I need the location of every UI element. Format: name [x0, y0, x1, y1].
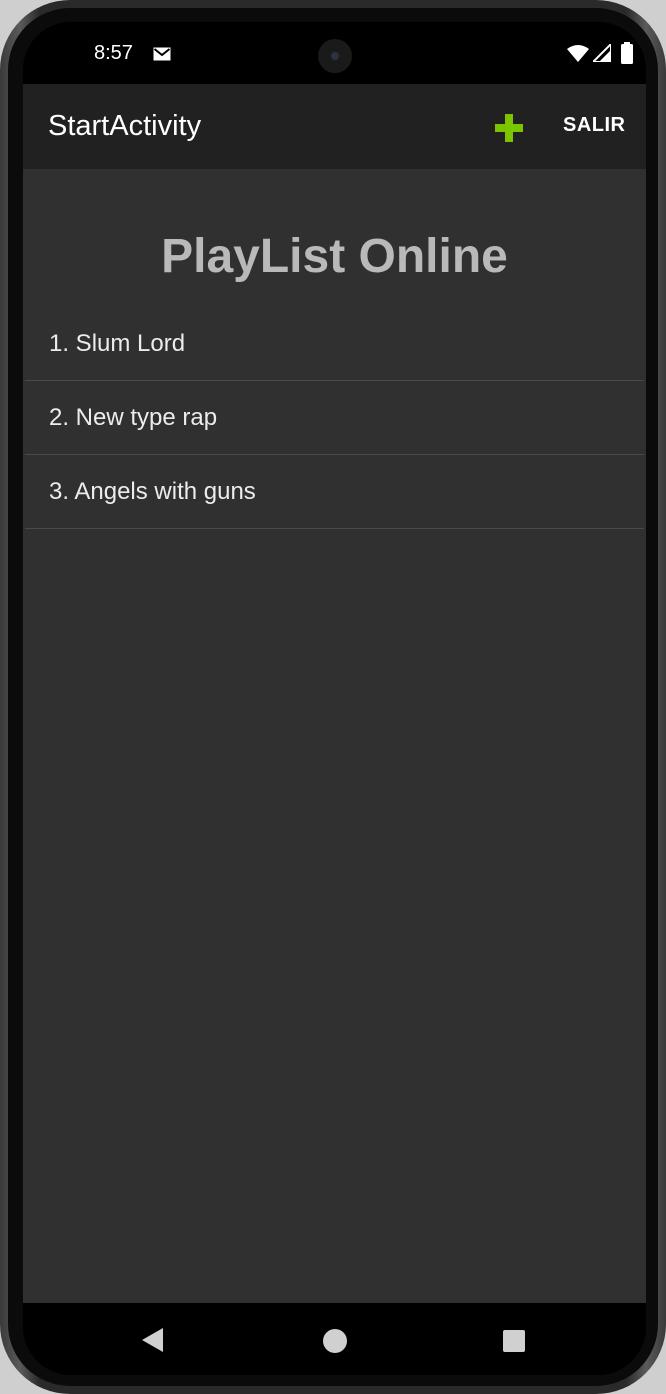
list-item[interactable]: 3. Angels with guns [25, 455, 644, 529]
wifi-icon [567, 45, 589, 62]
app-title: StartActivity [48, 110, 202, 142]
recents-icon[interactable] [503, 1330, 525, 1352]
add-button[interactable] [489, 110, 529, 146]
front-camera [318, 39, 352, 73]
list-item[interactable]: 1. Slum Lord [25, 307, 644, 381]
song-list: 1. Slum Lord 2. New type rap 3. Angels w… [25, 307, 644, 529]
home-icon[interactable] [323, 1329, 347, 1353]
mail-icon [153, 47, 171, 61]
back-icon[interactable] [141, 1327, 165, 1353]
status-bar: 8:57 [23, 22, 646, 84]
main-content: PlayList Online 1. Slum Lord 2. New type… [23, 169, 646, 1303]
status-time: 8:57 [94, 42, 133, 64]
app-bar: StartActivity SALIR [23, 84, 646, 169]
navigation-bar [23, 1303, 646, 1375]
signal-icon [593, 44, 611, 62]
list-item[interactable]: 2. New type rap [25, 381, 644, 455]
battery-icon [621, 42, 633, 64]
plus-icon [495, 114, 523, 142]
phone-frame: 8:57 StartActivity SALIR PlayList Online… [0, 0, 666, 1394]
page-title: PlayList Online [161, 230, 508, 283]
exit-button[interactable]: SALIR [563, 114, 626, 137]
screen: 8:57 StartActivity SALIR PlayList Online… [23, 22, 646, 1375]
